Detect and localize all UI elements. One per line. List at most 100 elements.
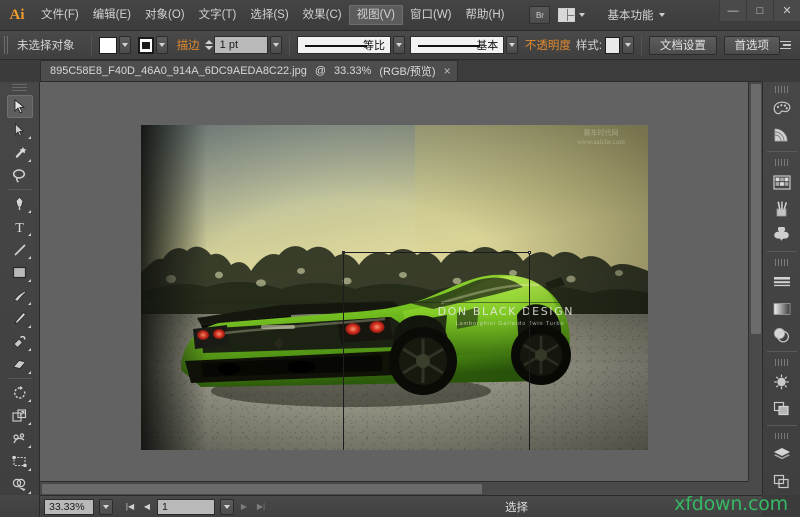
lasso-tool[interactable] [7, 164, 33, 187]
variable-width-profile-dropdown[interactable] [393, 36, 405, 54]
document-setup-button[interactable]: 文档设置 [649, 36, 717, 55]
control-bar: 未选择对象 描边 1 pt 等比 基本 不透明度 样式: [0, 31, 800, 60]
warp-tool[interactable] [7, 427, 33, 450]
document-tab-colormode: (RGB/预览) [379, 63, 435, 79]
vertical-scrollbar[interactable] [748, 82, 762, 481]
maximize-button[interactable]: □ [746, 0, 773, 21]
rectangle-tool[interactable] [7, 261, 33, 284]
eraser-tool[interactable] [7, 353, 33, 376]
variable-width-profile-select[interactable]: 等比 [297, 36, 391, 54]
stroke-profile-preview [305, 45, 367, 47]
direct-selection-tool[interactable] [7, 118, 33, 141]
window-controls: — □ ✕ [719, 0, 800, 22]
graphic-style-swatch[interactable] [605, 37, 619, 54]
blob-brush-tool[interactable] [7, 330, 33, 353]
layers-panel-icon[interactable] [767, 442, 797, 468]
graphic-style-dropdown[interactable] [622, 36, 634, 54]
panel-dock [762, 82, 800, 495]
menu-file[interactable]: 文件(F) [34, 4, 86, 26]
stroke-panel-icon[interactable] [767, 269, 797, 295]
menu-help[interactable]: 帮助(H) [459, 4, 512, 26]
vertical-guide [343, 252, 344, 450]
swatches-panel-icon[interactable] [767, 169, 797, 195]
tool-divider [8, 378, 32, 379]
control-panel-menu-icon[interactable] [780, 41, 791, 50]
stroke-weight-input[interactable]: 1 pt [214, 36, 268, 54]
magic-wand-tool[interactable] [7, 141, 33, 164]
scale-tool[interactable] [7, 404, 33, 427]
menu-select[interactable]: 选择(S) [243, 4, 295, 26]
tools-panel-grip[interactable] [12, 84, 27, 93]
next-page-icon[interactable]: ▶ [237, 499, 251, 515]
opacity-label[interactable]: 不透明度 [525, 37, 571, 53]
menu-edit[interactable]: 编辑(E) [86, 4, 138, 26]
line-segment-tool[interactable] [7, 238, 33, 261]
document-canvas[interactable]: 赛车时代网 www.saiche.com DON BLACK DESIGN La… [40, 82, 762, 495]
arrange-documents-button[interactable] [558, 8, 585, 22]
minimize-button[interactable]: — [719, 0, 746, 21]
first-page-icon[interactable]: |◀ [123, 499, 137, 515]
pathfinder-panel-icon[interactable] [767, 395, 797, 421]
artboard-number-input[interactable]: 1 [157, 499, 215, 515]
dock-group-grip[interactable] [775, 259, 789, 266]
stroke-weight-stepper[interactable] [205, 40, 213, 50]
color-guide-panel-icon[interactable] [767, 122, 797, 148]
horizontal-scrollbar-thumb[interactable] [42, 484, 482, 494]
control-bar-grip[interactable] [4, 36, 9, 54]
symbols-panel-icon[interactable] [767, 222, 797, 248]
placed-image[interactable]: 赛车时代网 www.saiche.com DON BLACK DESIGN La… [141, 125, 648, 450]
paintbrush-tool[interactable] [7, 284, 33, 307]
artboards-panel-icon[interactable] [767, 469, 797, 495]
bridge-icon[interactable]: Br [529, 6, 550, 24]
appearance-panel-icon[interactable] [767, 369, 797, 395]
document-tab[interactable]: 895C58E8_F40D_46A0_914A_6DC9AEDA8C22.jpg… [40, 60, 458, 81]
style-label: 样式: [576, 37, 602, 53]
dock-group-grip[interactable] [775, 433, 789, 440]
tool-divider [8, 189, 32, 190]
close-button[interactable]: ✕ [773, 0, 800, 21]
horizontal-scrollbar[interactable] [40, 481, 748, 495]
preferences-button[interactable]: 首选项 [724, 36, 781, 55]
dock-divider [767, 151, 797, 152]
shape-builder-tool[interactable] [7, 473, 33, 496]
document-tab-close-icon[interactable]: × [444, 65, 451, 77]
type-tool[interactable]: T [7, 215, 33, 238]
color-panel-icon[interactable] [767, 96, 797, 122]
menu-view[interactable]: 视图(V) [349, 5, 403, 25]
artboard[interactable]: 赛车时代网 www.saiche.com DON BLACK DESIGN La… [141, 125, 648, 450]
workspace-chevron-down-icon[interactable] [659, 13, 665, 17]
dock-group-grip[interactable] [775, 159, 789, 166]
workspace-switcher-label[interactable]: 基本功能 [607, 7, 653, 23]
brush-definition-select[interactable]: 基本 [410, 36, 504, 54]
gradient-panel-icon[interactable] [767, 295, 797, 321]
stroke-color-dropdown[interactable] [156, 36, 168, 54]
menu-effect[interactable]: 效果(C) [296, 4, 349, 26]
brush-definition-dropdown[interactable] [506, 36, 518, 54]
artboard-navigation-dropdown[interactable] [220, 499, 234, 515]
fill-color-swatch[interactable] [99, 37, 117, 54]
dock-grip[interactable] [775, 86, 789, 93]
last-page-icon[interactable]: ▶| [254, 499, 268, 515]
dock-group-grip[interactable] [775, 359, 789, 366]
fill-color-dropdown[interactable] [119, 36, 131, 54]
previous-page-icon[interactable]: ◀ [140, 499, 154, 515]
brushes-panel-icon[interactable] [767, 195, 797, 221]
vertical-scrollbar-thumb[interactable] [751, 84, 761, 334]
zoom-level-dropdown[interactable] [99, 499, 113, 515]
free-transform-tool[interactable] [7, 450, 33, 473]
menu-type[interactable]: 文字(T) [192, 4, 244, 26]
stroke-weight-label[interactable]: 描边 [177, 37, 200, 53]
rotate-tool[interactable] [7, 381, 33, 404]
status-bar: 33.33% |◀ ◀ 1 ▶ ▶| 选择 [40, 495, 762, 517]
pen-tool[interactable] [7, 192, 33, 215]
zoom-level-input[interactable]: 33.33% [44, 499, 94, 515]
transparency-panel-icon[interactable] [767, 322, 797, 348]
brush-preview [418, 45, 480, 47]
stroke-color-swatch[interactable] [138, 37, 154, 54]
stroke-weight-dropdown[interactable] [270, 36, 282, 54]
pencil-tool[interactable] [7, 307, 33, 330]
document-tab-filename: 895C58E8_F40D_46A0_914A_6DC9AEDA8C22.jpg [50, 65, 307, 77]
menu-window[interactable]: 窗口(W) [403, 4, 459, 26]
selection-tool[interactable] [7, 95, 33, 118]
menu-object[interactable]: 对象(O) [138, 4, 192, 26]
